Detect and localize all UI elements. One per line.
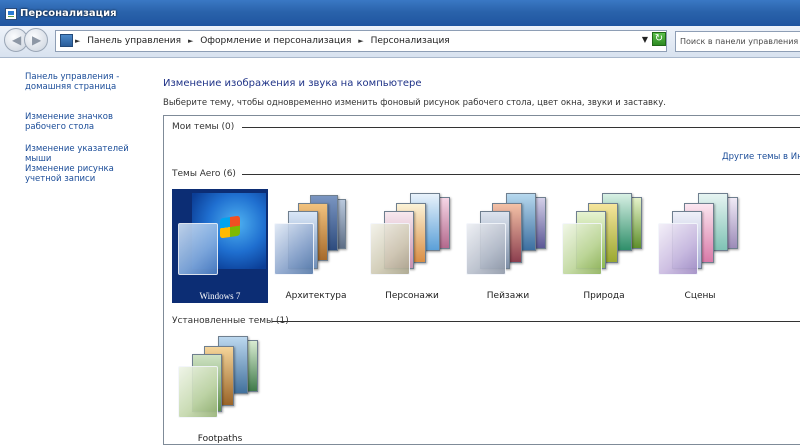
- task-pane: Панель управления - домашняя страница Из…: [0, 58, 158, 440]
- window-color-swatch: [178, 223, 218, 275]
- sidebar-link-desktop-icons[interactable]: Изменение значков рабочего стола: [25, 112, 150, 132]
- theme-scenes[interactable]: Сцены: [652, 189, 748, 303]
- theme-characters[interactable]: Персонажи: [364, 189, 460, 303]
- control-panel-icon: [60, 34, 73, 47]
- forward-button[interactable]: ▶: [24, 28, 48, 52]
- divider: [272, 321, 800, 322]
- chevron-right-icon[interactable]: ►: [75, 37, 80, 45]
- group-header-aero-themes: Темы Aero (6): [172, 169, 236, 179]
- title-bar: Персонализация: [0, 0, 800, 26]
- divider: [242, 174, 800, 175]
- window-color-swatch: [562, 223, 602, 275]
- sidebar-link-home[interactable]: Панель управления - домашняя страница: [25, 72, 150, 92]
- theme-label: Footpaths: [197, 434, 243, 444]
- online-themes-link[interactable]: Другие темы в Интернете: [722, 152, 800, 162]
- address-bar[interactable]: ► Панель управления ► Оформление и персо…: [55, 30, 667, 52]
- chevron-right-icon[interactable]: ►: [358, 37, 363, 45]
- chevron-down-icon[interactable]: ▼: [642, 35, 648, 44]
- refresh-icon: ↻: [654, 33, 664, 44]
- page-description: Выберите тему, чтобы одновременно измени…: [163, 98, 666, 108]
- address-toolbar: ◀ ▶ ► Панель управления ► Оформление и п…: [0, 26, 800, 58]
- window-color-swatch: [178, 366, 218, 418]
- page-title: Изменение изображения и звука на компьют…: [163, 78, 422, 89]
- window-color-swatch: [370, 223, 410, 275]
- theme-label: Персонажи: [385, 291, 439, 301]
- divider: [242, 127, 800, 128]
- theme-windows-7[interactable]: Windows 7: [172, 189, 268, 303]
- theme-label: Пейзажи: [486, 291, 530, 301]
- theme-landscapes[interactable]: Пейзажи: [460, 189, 556, 303]
- theme-label: Windows 7: [199, 291, 241, 301]
- window-color-swatch: [466, 223, 506, 275]
- theme-nature[interactable]: Природа: [556, 189, 652, 303]
- window-color-swatch: [658, 223, 698, 275]
- theme-label: Архитектура: [285, 291, 347, 301]
- chevron-right-icon[interactable]: ►: [188, 37, 193, 45]
- breadcrumb-control-panel[interactable]: Панель управления: [87, 36, 181, 46]
- breadcrumb: ► Панель управления ► Оформление и персо…: [75, 36, 454, 46]
- sidebar-link-account-picture[interactable]: Изменение рисунка учетной записи: [25, 164, 150, 184]
- arrow-left-icon: ◀: [12, 33, 22, 47]
- theme-label: Природа: [583, 291, 625, 301]
- windows-logo-icon: [220, 215, 240, 239]
- window-color-swatch: [274, 223, 314, 275]
- theme-list: Мои темы (0) Другие темы в Интернете Тем…: [163, 115, 800, 445]
- control-panel-icon: [5, 8, 17, 20]
- sidebar-link-mouse-pointers[interactable]: Изменение указателей мыши: [25, 144, 150, 164]
- theme-label: Сцены: [684, 291, 716, 301]
- arrow-right-icon: ▶: [32, 33, 42, 47]
- search-placeholder: Поиск в панели управления: [680, 37, 799, 46]
- window-title: Персонализация: [20, 8, 117, 19]
- breadcrumb-appearance[interactable]: Оформление и персонализация: [200, 36, 351, 46]
- theme-footpaths[interactable]: Footpaths: [172, 332, 268, 446]
- search-input[interactable]: Поиск в панели управления: [675, 31, 800, 52]
- theme-architecture[interactable]: Архитектура: [268, 189, 364, 303]
- breadcrumb-personalization[interactable]: Персонализация: [371, 36, 450, 46]
- group-header-my-themes: Мои темы (0): [172, 122, 235, 132]
- refresh-button[interactable]: ↻: [652, 32, 666, 46]
